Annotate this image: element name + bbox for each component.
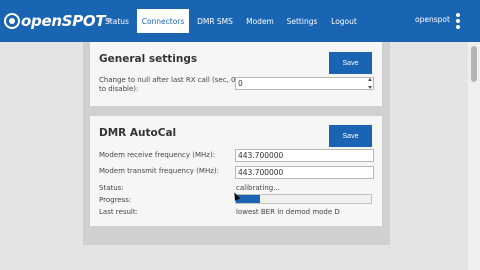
scrollbar-thumb[interactable] <box>471 46 477 82</box>
spinner-down-icon[interactable] <box>368 86 372 89</box>
progress-bar <box>235 194 372 204</box>
brand-logo[interactable]: openSPOT ® <box>4 10 111 32</box>
nav-modem[interactable]: Modem <box>241 10 279 32</box>
number-spinner[interactable] <box>367 78 373 89</box>
nav-settings[interactable]: Settings <box>282 10 322 32</box>
null-timeout-input[interactable] <box>235 77 374 90</box>
general-save-button[interactable]: Save <box>329 52 372 74</box>
more-menu-icon[interactable] <box>455 13 461 29</box>
nav-status[interactable]: Status <box>99 10 135 32</box>
brand-name: openSPOT <box>21 12 106 30</box>
general-settings-title: General settings <box>99 53 198 65</box>
null-timeout-label: Change to null after last RX call (sec, … <box>99 76 236 93</box>
tx-frequency-input[interactable] <box>235 166 374 179</box>
rx-frequency-input[interactable] <box>235 149 374 162</box>
dmr-autocal-title: DMR AutoCal <box>99 127 177 139</box>
logo-icon <box>4 13 20 29</box>
status-label: Status: <box>99 184 124 192</box>
rx-frequency-label: Modem receive frequency (MHz): <box>99 151 216 159</box>
autocal-save-button[interactable]: Save <box>329 125 372 147</box>
nav-connectors[interactable]: Connectors <box>137 9 189 33</box>
tx-frequency-label: Modem transmit frequency (MHz): <box>99 167 219 175</box>
spinner-up-icon[interactable] <box>368 78 372 81</box>
last-result-value: lowest BER in demod mode D <box>236 208 340 216</box>
nav-dmr-sms[interactable]: DMR SMS <box>192 10 238 32</box>
status-value: calibrating... <box>236 184 280 192</box>
last-result-label: Last result: <box>99 208 138 216</box>
progress-label: Progress: <box>99 196 132 204</box>
nav-logout[interactable]: Logout <box>325 10 363 32</box>
hostname-label: openspot <box>415 15 450 24</box>
